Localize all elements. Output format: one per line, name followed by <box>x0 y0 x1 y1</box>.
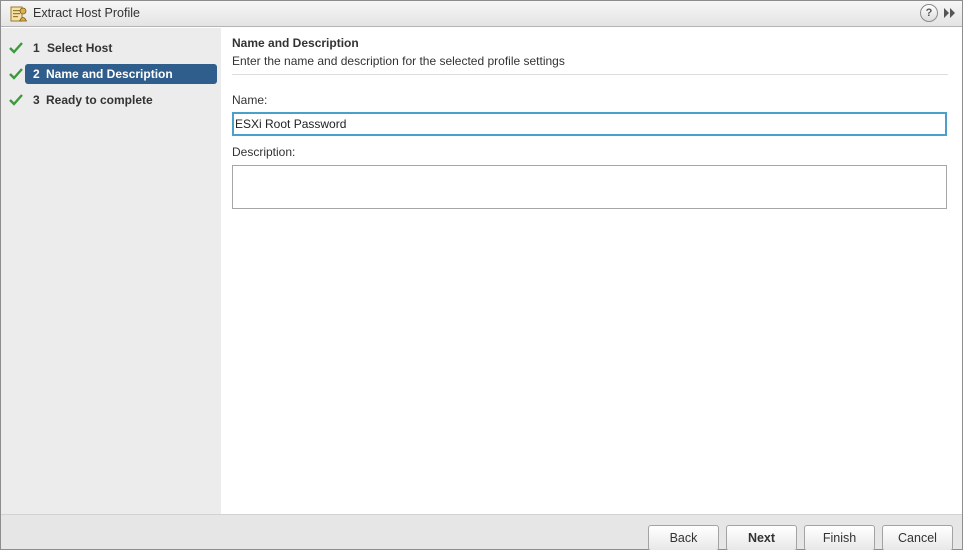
step-number: 1 <box>33 41 40 55</box>
divider <box>232 74 948 75</box>
step-number: 3 <box>33 93 40 107</box>
step-content-panel: Name and Description Enter the name and … <box>221 28 962 514</box>
profile-icon <box>10 6 28 22</box>
cancel-button[interactable]: Cancel <box>882 525 953 550</box>
help-icon[interactable]: ? <box>920 4 938 22</box>
description-textarea[interactable] <box>232 165 947 209</box>
extract-host-profile-dialog: Extract Host Profile ? 1 Select Host 2 N… <box>0 0 963 550</box>
checkmark-icon <box>9 68 23 80</box>
checkmark-icon <box>9 42 23 54</box>
section-description: Enter the name and description for the s… <box>232 54 565 68</box>
description-label: Description: <box>232 145 296 159</box>
step-number: 2 <box>33 67 40 81</box>
name-input[interactable] <box>232 112 947 136</box>
double-chevron-right-icon[interactable] <box>943 7 957 19</box>
name-label: Name: <box>232 93 268 107</box>
step-name-and-description[interactable]: 2 Name and Description <box>7 64 217 84</box>
finish-button[interactable]: Finish <box>804 525 875 550</box>
step-select-host[interactable]: 1 Select Host <box>7 38 217 58</box>
dialog-title: Extract Host Profile <box>33 6 140 20</box>
step-label: Ready to complete <box>46 93 153 107</box>
dialog-footer: Back Next Finish Cancel <box>1 514 962 550</box>
title-bar: Extract Host Profile ? <box>1 1 962 27</box>
next-button[interactable]: Next <box>726 525 797 550</box>
checkmark-icon <box>9 94 23 106</box>
back-button[interactable]: Back <box>648 525 719 550</box>
wizard-steps-sidebar: 1 Select Host 2 Name and Description 3 R… <box>1 28 221 514</box>
step-ready-to-complete[interactable]: 3 Ready to complete <box>7 90 217 110</box>
step-label: Name and Description <box>46 67 173 81</box>
section-title: Name and Description <box>232 36 359 50</box>
step-label: Select Host <box>47 41 113 55</box>
